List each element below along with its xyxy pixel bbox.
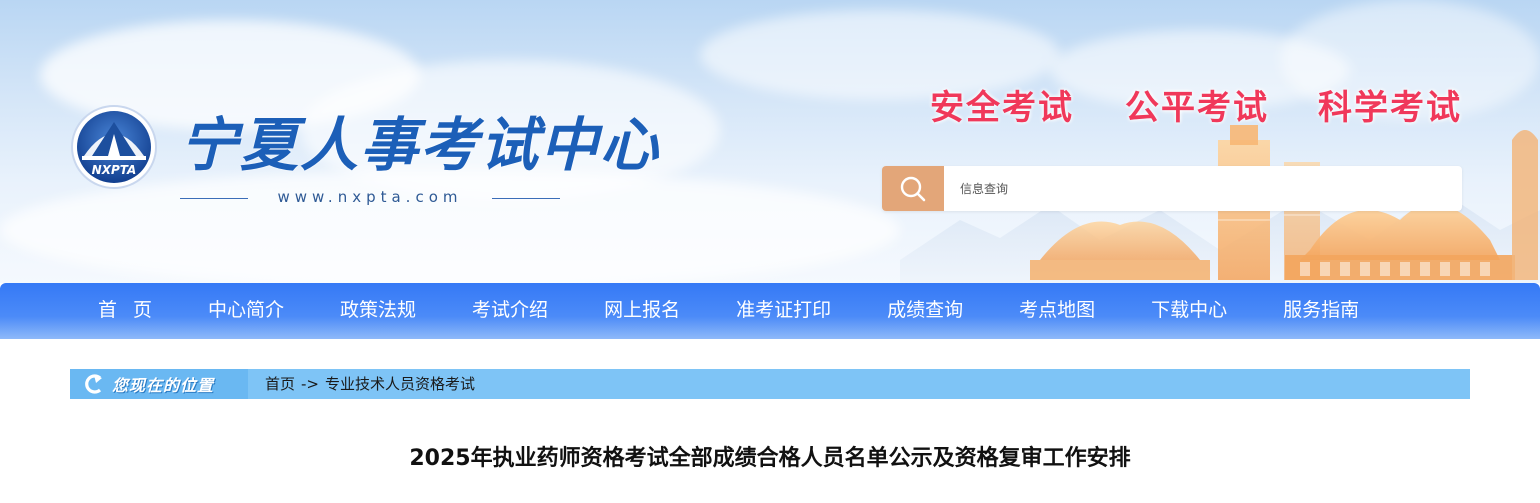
nav-item-admission-ticket[interactable]: 准考证打印 [708, 283, 859, 339]
breadcrumb-separator: -> [301, 375, 319, 393]
breadcrumb: 您现在的位置 首页 -> 专业技术人员资格考试 [70, 369, 1470, 399]
nav-item-downloads[interactable]: 下载中心 [1123, 283, 1255, 339]
site-url: www.nxpta.com [277, 188, 463, 206]
nav-item-exam-intro[interactable]: 考试介绍 [444, 283, 576, 339]
nav-item-about[interactable]: 中心简介 [180, 283, 312, 339]
search-icon [900, 176, 926, 201]
breadcrumb-current-link[interactable]: 专业技术人员资格考试 [325, 369, 475, 399]
breadcrumb-label-box: 您现在的位置 [70, 369, 248, 399]
nav-item-service-guide[interactable]: 服务指南 [1255, 283, 1387, 339]
nav-item-home[interactable]: 首页 [70, 283, 180, 339]
search-bar [882, 166, 1462, 211]
site-name[interactable]: 宁夏人事考试中心 [180, 98, 660, 182]
nav-item-exam-site-map[interactable]: 考点地图 [991, 283, 1123, 339]
logo-text: NXPTA [92, 163, 137, 177]
article-title: 2025年执业药师资格考试全部成绩合格人员名单公示及资格复审工作安排 [409, 446, 1131, 471]
breadcrumb-path: 首页 -> 专业技术人员资格考试 [265, 369, 475, 399]
location-arrow-icon [85, 374, 102, 394]
breadcrumb-label: 您现在的位置 [112, 376, 215, 395]
divider [180, 198, 248, 199]
main-nav: 首页 中心简介 政策法规 考试介绍 网上报名 准考证打印 成绩查询 考点地图 下… [0, 283, 1540, 339]
header-banner: NXPTA 宁夏人事考试中心 www.nxpta.com 安全考试 公平考试 科… [0, 0, 1540, 283]
breadcrumb-home-link[interactable]: 首页 [265, 369, 295, 399]
search-button[interactable] [882, 166, 944, 211]
search-input[interactable] [944, 166, 1462, 211]
divider [492, 198, 560, 199]
nav-item-score-query[interactable]: 成绩查询 [859, 283, 991, 339]
nav-item-online-registration[interactable]: 网上报名 [576, 283, 708, 339]
nxpta-logo-icon[interactable]: NXPTA [70, 104, 158, 190]
nav-item-policy[interactable]: 政策法规 [312, 283, 444, 339]
site-url-row: www.nxpta.com [180, 188, 560, 210]
